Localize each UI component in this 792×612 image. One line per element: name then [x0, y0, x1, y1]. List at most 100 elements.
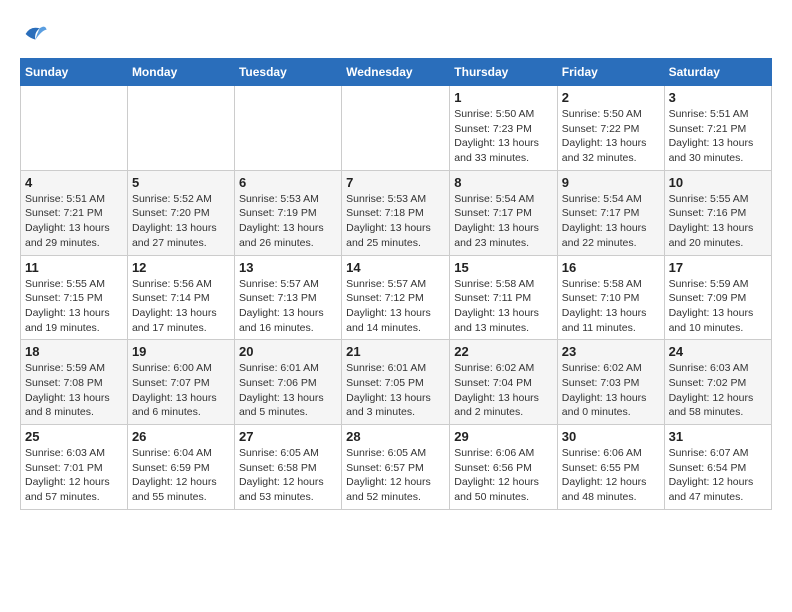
- day-info: Sunrise: 5:50 AM Sunset: 7:23 PM Dayligh…: [454, 107, 553, 166]
- day-number: 15: [454, 260, 553, 275]
- calendar-cell: 25 Sunrise: 6:03 AM Sunset: 7:01 PM Dayli…: [21, 425, 128, 510]
- calendar-cell: 31 Sunrise: 6:07 AM Sunset: 6:54 PM Dayli…: [664, 425, 771, 510]
- day-number: 2: [562, 90, 660, 105]
- calendar-cell: 17 Sunrise: 5:59 AM Sunset: 7:09 PM Dayli…: [664, 255, 771, 340]
- day-info: Sunrise: 5:58 AM Sunset: 7:10 PM Dayligh…: [562, 277, 660, 336]
- day-number: 26: [132, 429, 230, 444]
- calendar-cell: 22 Sunrise: 6:02 AM Sunset: 7:04 PM Dayli…: [450, 340, 558, 425]
- day-info: Sunrise: 5:50 AM Sunset: 7:22 PM Dayligh…: [562, 107, 660, 166]
- calendar-cell: [127, 86, 234, 171]
- day-info: Sunrise: 5:57 AM Sunset: 7:12 PM Dayligh…: [346, 277, 445, 336]
- day-number: 4: [25, 175, 123, 190]
- day-info: Sunrise: 6:02 AM Sunset: 7:03 PM Dayligh…: [562, 361, 660, 420]
- day-info: Sunrise: 5:53 AM Sunset: 7:18 PM Dayligh…: [346, 192, 445, 251]
- day-info: Sunrise: 6:07 AM Sunset: 6:54 PM Dayligh…: [669, 446, 767, 505]
- calendar-table: SundayMondayTuesdayWednesdayThursdayFrid…: [20, 58, 772, 510]
- week-row-4: 18Sunrise: 5:59 AM Sunset: 7:08 PM Dayli…: [21, 340, 772, 425]
- header-cell-saturday: Saturday: [664, 59, 771, 86]
- calendar-cell: 12 Sunrise: 5:56 AM Sunset: 7:14 PM Dayli…: [127, 255, 234, 340]
- day-number: 21: [346, 344, 445, 359]
- day-number: 23: [562, 344, 660, 359]
- logo: [20, 20, 52, 48]
- header-cell-monday: Monday: [127, 59, 234, 86]
- day-info: Sunrise: 6:01 AM Sunset: 7:06 PM Dayligh…: [239, 361, 337, 420]
- calendar-cell: 26 Sunrise: 6:04 AM Sunset: 6:59 PM Dayli…: [127, 425, 234, 510]
- week-row-3: 11 Sunrise: 5:55 AM Sunset: 7:15 PM Dayli…: [21, 255, 772, 340]
- calendar-header: SundayMondayTuesdayWednesdayThursdayFrid…: [21, 59, 772, 86]
- calendar-cell: 4Sunrise: 5:51 AM Sunset: 7:21 PM Daylig…: [21, 170, 128, 255]
- calendar-cell: 19 Sunrise: 6:00 AM Sunset: 7:07 PM Dayli…: [127, 340, 234, 425]
- day-number: 27: [239, 429, 337, 444]
- day-info: Sunrise: 5:55 AM Sunset: 7:15 PM Dayligh…: [25, 277, 123, 336]
- calendar-cell: [342, 86, 450, 171]
- header-cell-thursday: Thursday: [450, 59, 558, 86]
- calendar-cell: 1 Sunrise: 5:50 AM Sunset: 7:23 PM Daylig…: [450, 86, 558, 171]
- calendar-cell: 24Sunrise: 6:03 AM Sunset: 7:02 PM Dayli…: [664, 340, 771, 425]
- calendar-cell: 5Sunrise: 5:52 AM Sunset: 7:20 PM Daylig…: [127, 170, 234, 255]
- day-info: Sunrise: 5:55 AM Sunset: 7:16 PM Dayligh…: [669, 192, 767, 251]
- calendar-cell: 3 Sunrise: 5:51 AM Sunset: 7:21 PM Daylig…: [664, 86, 771, 171]
- day-number: 10: [669, 175, 767, 190]
- day-number: 25: [25, 429, 123, 444]
- calendar-cell: 29 Sunrise: 6:06 AM Sunset: 6:56 PM Dayli…: [450, 425, 558, 510]
- day-number: 19: [132, 344, 230, 359]
- logo-bird-icon: [20, 20, 48, 48]
- day-number: 29: [454, 429, 553, 444]
- day-number: 11: [25, 260, 123, 275]
- day-info: Sunrise: 5:56 AM Sunset: 7:14 PM Dayligh…: [132, 277, 230, 336]
- calendar-cell: 18Sunrise: 5:59 AM Sunset: 7:08 PM Dayli…: [21, 340, 128, 425]
- calendar-cell: [21, 86, 128, 171]
- day-number: 6: [239, 175, 337, 190]
- week-row-2: 4Sunrise: 5:51 AM Sunset: 7:21 PM Daylig…: [21, 170, 772, 255]
- calendar-cell: 2 Sunrise: 5:50 AM Sunset: 7:22 PM Daylig…: [557, 86, 664, 171]
- day-info: Sunrise: 6:05 AM Sunset: 6:58 PM Dayligh…: [239, 446, 337, 505]
- day-info: Sunrise: 6:04 AM Sunset: 6:59 PM Dayligh…: [132, 446, 230, 505]
- day-info: Sunrise: 6:03 AM Sunset: 7:01 PM Dayligh…: [25, 446, 123, 505]
- day-info: Sunrise: 5:54 AM Sunset: 7:17 PM Dayligh…: [454, 192, 553, 251]
- calendar-cell: 23 Sunrise: 6:02 AM Sunset: 7:03 PM Dayli…: [557, 340, 664, 425]
- header-cell-wednesday: Wednesday: [342, 59, 450, 86]
- day-number: 30: [562, 429, 660, 444]
- day-info: Sunrise: 5:59 AM Sunset: 7:08 PM Dayligh…: [25, 361, 123, 420]
- day-info: Sunrise: 5:59 AM Sunset: 7:09 PM Dayligh…: [669, 277, 767, 336]
- calendar-body: 1 Sunrise: 5:50 AM Sunset: 7:23 PM Daylig…: [21, 86, 772, 510]
- calendar-cell: 13Sunrise: 5:57 AM Sunset: 7:13 PM Dayli…: [234, 255, 341, 340]
- day-info: Sunrise: 5:57 AM Sunset: 7:13 PM Dayligh…: [239, 277, 337, 336]
- day-info: Sunrise: 5:52 AM Sunset: 7:20 PM Dayligh…: [132, 192, 230, 251]
- calendar-cell: 20Sunrise: 6:01 AM Sunset: 7:06 PM Dayli…: [234, 340, 341, 425]
- calendar-cell: 11 Sunrise: 5:55 AM Sunset: 7:15 PM Dayli…: [21, 255, 128, 340]
- header-cell-friday: Friday: [557, 59, 664, 86]
- calendar-cell: 9Sunrise: 5:54 AM Sunset: 7:17 PM Daylig…: [557, 170, 664, 255]
- day-number: 7: [346, 175, 445, 190]
- day-number: 16: [562, 260, 660, 275]
- day-number: 22: [454, 344, 553, 359]
- calendar-cell: 21 Sunrise: 6:01 AM Sunset: 7:05 PM Dayli…: [342, 340, 450, 425]
- day-info: Sunrise: 6:05 AM Sunset: 6:57 PM Dayligh…: [346, 446, 445, 505]
- day-info: Sunrise: 6:03 AM Sunset: 7:02 PM Dayligh…: [669, 361, 767, 420]
- calendar-cell: 10 Sunrise: 5:55 AM Sunset: 7:16 PM Dayli…: [664, 170, 771, 255]
- day-number: 17: [669, 260, 767, 275]
- calendar-cell: 30Sunrise: 6:06 AM Sunset: 6:55 PM Dayli…: [557, 425, 664, 510]
- day-info: Sunrise: 6:02 AM Sunset: 7:04 PM Dayligh…: [454, 361, 553, 420]
- day-number: 31: [669, 429, 767, 444]
- day-number: 3: [669, 90, 767, 105]
- calendar-cell: 28Sunrise: 6:05 AM Sunset: 6:57 PM Dayli…: [342, 425, 450, 510]
- calendar-cell: 15 Sunrise: 5:58 AM Sunset: 7:11 PM Dayli…: [450, 255, 558, 340]
- day-info: Sunrise: 6:06 AM Sunset: 6:56 PM Dayligh…: [454, 446, 553, 505]
- header-row: SundayMondayTuesdayWednesdayThursdayFrid…: [21, 59, 772, 86]
- day-info: Sunrise: 6:00 AM Sunset: 7:07 PM Dayligh…: [132, 361, 230, 420]
- day-info: Sunrise: 6:01 AM Sunset: 7:05 PM Dayligh…: [346, 361, 445, 420]
- day-info: Sunrise: 5:51 AM Sunset: 7:21 PM Dayligh…: [669, 107, 767, 166]
- page-header: [20, 20, 772, 48]
- day-info: Sunrise: 5:53 AM Sunset: 7:19 PM Dayligh…: [239, 192, 337, 251]
- day-info: Sunrise: 5:58 AM Sunset: 7:11 PM Dayligh…: [454, 277, 553, 336]
- day-number: 12: [132, 260, 230, 275]
- calendar-cell: 16 Sunrise: 5:58 AM Sunset: 7:10 PM Dayli…: [557, 255, 664, 340]
- calendar-cell: 7 Sunrise: 5:53 AM Sunset: 7:18 PM Daylig…: [342, 170, 450, 255]
- header-cell-tuesday: Tuesday: [234, 59, 341, 86]
- day-number: 1: [454, 90, 553, 105]
- week-row-5: 25 Sunrise: 6:03 AM Sunset: 7:01 PM Dayli…: [21, 425, 772, 510]
- calendar-cell: 8Sunrise: 5:54 AM Sunset: 7:17 PM Daylig…: [450, 170, 558, 255]
- header-cell-sunday: Sunday: [21, 59, 128, 86]
- day-number: 9: [562, 175, 660, 190]
